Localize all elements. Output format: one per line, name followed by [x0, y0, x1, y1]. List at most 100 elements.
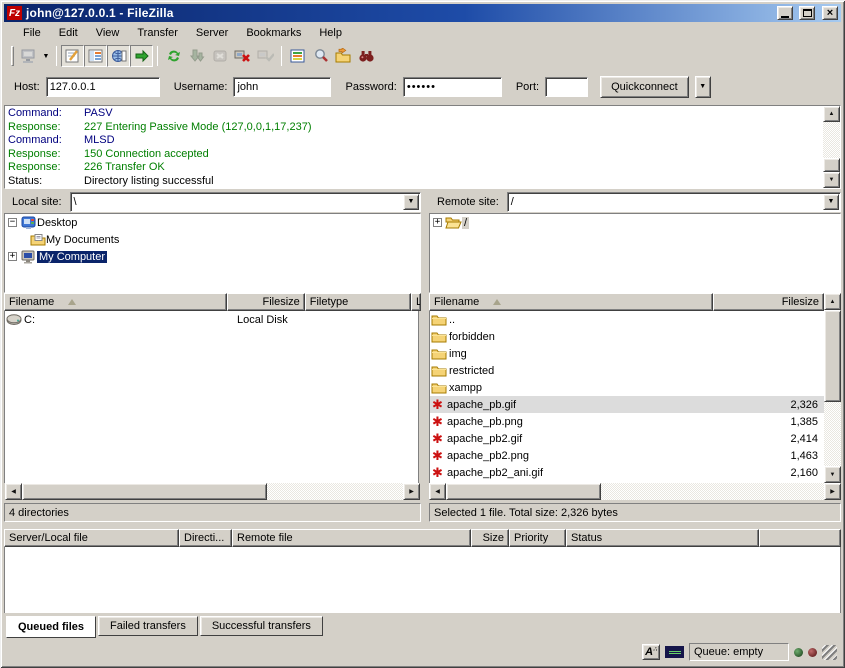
chevron-down-icon[interactable]: ▼ [403, 194, 419, 210]
toggle-message-log-button[interactable] [61, 45, 84, 67]
remote-file-row[interactable]: xampp [430, 379, 824, 396]
site-manager-button[interactable] [17, 45, 40, 67]
password-input[interactable]: •••••• [403, 77, 502, 97]
collapse-icon[interactable]: − [8, 218, 17, 227]
resize-grip[interactable] [822, 645, 837, 660]
column-filetype[interactable]: Filetype [305, 293, 411, 311]
tab-queued-files[interactable]: Queued files [6, 616, 96, 638]
column-server-local-file[interactable]: Server/Local file [4, 529, 179, 547]
scrollbar-thumb[interactable] [824, 310, 841, 402]
local-file-list[interactable]: C: Local Disk [4, 311, 419, 483]
directory-comparison-button[interactable] [332, 45, 355, 67]
column-last-modified[interactable]: L [411, 293, 421, 311]
remote-file-row[interactable]: restricted [430, 362, 824, 379]
scroll-up-icon[interactable]: ▲ [824, 293, 841, 310]
tree-item-my-documents[interactable]: My Documents [5, 231, 420, 248]
quickconnect-button[interactable]: Quickconnect [600, 76, 689, 98]
column-priority[interactable]: Priority [509, 529, 566, 547]
local-site-combobox[interactable]: \ ▼ [70, 192, 421, 212]
remote-list-horizontal-scrollbar[interactable]: ◀ ▶ [429, 483, 841, 500]
synchronized-browsing-button[interactable] [355, 45, 378, 67]
column-filename[interactable]: Filename [4, 293, 227, 311]
maximize-button[interactable] [799, 6, 815, 20]
quickconnect-dropdown-button[interactable]: ▼ [695, 76, 711, 98]
menu-bookmarks[interactable]: Bookmarks [237, 25, 310, 41]
host-input[interactable]: 127.0.0.1 [46, 77, 160, 97]
site-manager-dropdown-button[interactable]: ▼ [40, 45, 52, 67]
local-directory-tree[interactable]: − Desktop My Documents + My Computer [4, 213, 421, 293]
username-input[interactable]: john [233, 77, 331, 97]
close-button[interactable]: × [822, 6, 838, 20]
transfer-type-indicator[interactable]: A∴ [642, 644, 660, 660]
transfer-queue-list[interactable] [4, 547, 841, 613]
column-filesize[interactable]: Filesize [227, 293, 304, 311]
tab-failed-transfers[interactable]: Failed transfers [98, 616, 198, 636]
scroll-down-icon[interactable]: ▼ [823, 172, 840, 188]
remote-file-row[interactable]: img [430, 345, 824, 362]
speedlimit-indicator-icon[interactable] [665, 646, 684, 658]
column-status[interactable]: Status [566, 529, 759, 547]
file-search-button[interactable] [309, 45, 332, 67]
column-filesize[interactable]: Filesize [713, 293, 824, 311]
chevron-down-icon[interactable]: ▼ [823, 194, 839, 210]
menu-file[interactable]: File [14, 25, 50, 41]
tree-item-my-computer[interactable]: + My Computer [5, 248, 420, 265]
title-bar[interactable]: Fz john@127.0.0.1 - FileZilla × [4, 4, 841, 22]
column-size[interactable]: Size [471, 529, 509, 547]
minimize-button[interactable] [777, 6, 793, 20]
process-queue-button[interactable] [185, 45, 208, 67]
column-remote-file[interactable]: Remote file [232, 529, 471, 547]
local-list-horizontal-scrollbar[interactable]: ◀ ▶ [5, 483, 420, 500]
cancel-operation-button[interactable] [208, 45, 231, 67]
port-input[interactable] [545, 77, 588, 97]
file-name: .. [447, 314, 455, 326]
directory-listing-filters-button[interactable] [286, 45, 309, 67]
tree-item-root[interactable]: + / [430, 214, 840, 231]
remote-file-row[interactable]: ✱ apache_pb2.gif 2,414 [430, 430, 824, 447]
remote-file-row[interactable]: ✱ apache_pb.png 1,385 [430, 413, 824, 430]
menu-transfer[interactable]: Transfer [128, 25, 187, 41]
filezilla-logo-icon[interactable]: Fz [7, 6, 22, 20]
scrollbar-thumb[interactable] [22, 483, 267, 500]
toggle-transfer-queue-button[interactable] [130, 45, 153, 67]
toolbar-grip[interactable] [11, 46, 14, 66]
scroll-left-icon[interactable]: ◀ [429, 483, 446, 500]
expand-icon[interactable]: + [8, 252, 17, 261]
log-label: Response: [6, 161, 84, 175]
disconnect-button[interactable] [231, 45, 254, 67]
toggle-remote-tree-button[interactable] [107, 45, 130, 67]
remote-file-row[interactable]: .. [430, 311, 824, 328]
remote-file-row[interactable]: ✱ apache_pb2.png 1,463 [430, 447, 824, 464]
toggle-local-tree-button[interactable] [84, 45, 107, 67]
log-vertical-scrollbar[interactable]: ▲ ▼ [823, 106, 840, 188]
scroll-down-icon[interactable]: ▼ [824, 466, 841, 483]
tab-successful-transfers[interactable]: Successful transfers [200, 616, 323, 636]
remote-file-row[interactable]: forbidden [430, 328, 824, 345]
column-direction[interactable]: Directi... [179, 529, 232, 547]
remote-file-row[interactable]: ✱ apache_pb2_ani.gif 2,160 [430, 464, 824, 481]
scroll-left-icon[interactable]: ◀ [5, 483, 22, 500]
local-file-row[interactable]: C: Local Disk [5, 311, 418, 328]
expand-icon[interactable]: + [433, 218, 442, 227]
menu-view[interactable]: View [87, 25, 129, 41]
toolbar: ▼ [4, 42, 841, 70]
remote-file-list[interactable]: .. forbidden img restricted xampp ✱ apac… [429, 311, 824, 483]
scroll-up-icon[interactable]: ▲ [823, 106, 840, 122]
remote-file-row-selected[interactable]: ✱ apache_pb.gif 2,326 [430, 396, 824, 413]
menu-bar: File Edit View Transfer Server Bookmarks… [4, 23, 841, 42]
menu-edit[interactable]: Edit [50, 25, 87, 41]
remote-directory-tree[interactable]: + / [429, 213, 841, 293]
scroll-right-icon[interactable]: ▶ [403, 483, 420, 500]
scrollbar-thumb[interactable] [446, 483, 601, 500]
remote-site-combobox[interactable]: / ▼ [507, 192, 841, 212]
message-log[interactable]: Command:PASV Response:227 Entering Passi… [4, 105, 841, 189]
tree-item-desktop[interactable]: − Desktop [5, 214, 420, 231]
remote-list-vertical-scrollbar[interactable]: ▲ ▼ [824, 293, 841, 483]
scroll-right-icon[interactable]: ▶ [824, 483, 841, 500]
menu-help[interactable]: Help [310, 25, 351, 41]
column-filename[interactable]: Filename [429, 293, 713, 311]
refresh-button[interactable] [162, 45, 185, 67]
menu-server[interactable]: Server [187, 25, 237, 41]
scrollbar-thumb[interactable] [823, 158, 840, 172]
reconnect-button[interactable] [254, 45, 277, 67]
